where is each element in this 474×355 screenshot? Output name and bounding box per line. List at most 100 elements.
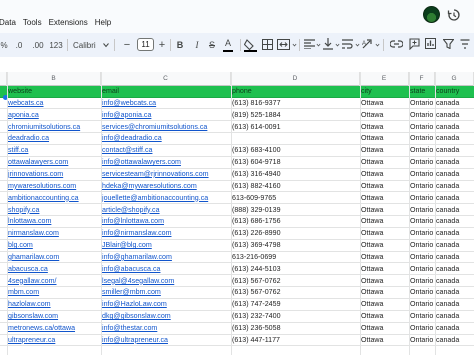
cell-email[interactable]: info@lnlottawa.com — [101, 216, 231, 227]
vertical-align-icon[interactable] — [323, 38, 333, 50]
cell-phone[interactable]: 613-216-0699 — [231, 252, 360, 263]
chevron-down-icon[interactable] — [375, 43, 380, 47]
cell-state[interactable]: Ontario — [409, 157, 435, 168]
font-family-select[interactable]: Calibri — [73, 33, 101, 57]
cell-city[interactable]: Ottawa — [360, 264, 409, 275]
cell-phone[interactable]: (613) 882-4160 — [231, 181, 360, 192]
cell-state[interactable]: Ontario — [409, 145, 435, 156]
cell-city[interactable]: Ottawa — [360, 216, 409, 227]
cell-phone[interactable]: (613) 447-1177 — [231, 335, 360, 346]
cell-country[interactable]: canada — [435, 264, 474, 275]
cell-email[interactable]: article@shopify.ca — [101, 205, 231, 216]
cell-state[interactable]: Ontario — [409, 193, 435, 204]
cell-city[interactable]: Ottawa — [360, 157, 409, 168]
filter-views-icon[interactable] — [460, 39, 470, 49]
cell-website[interactable]: deadradio.ca — [7, 133, 101, 144]
cell-email[interactable]: info@aponia.ca — [101, 110, 231, 121]
cell-website[interactable]: mywaresolutions.com — [7, 181, 101, 192]
cell-state[interactable]: Ontario — [409, 323, 435, 334]
cell-state[interactable]: Ontario — [409, 216, 435, 227]
cell-country[interactable]: canada — [435, 299, 474, 310]
percent-format-button[interactable]: % — [0, 33, 8, 57]
cell-phone[interactable]: (613) 614-0091 — [231, 122, 360, 133]
cell-city[interactable]: Ottawa — [360, 335, 409, 346]
cell-city[interactable]: Ottawa — [360, 181, 409, 192]
cell-website[interactable]: mbm.com — [7, 287, 101, 298]
cell-state[interactable]: Ontario — [409, 240, 435, 251]
chevron-down-icon[interactable] — [335, 43, 340, 47]
italic-button[interactable]: I — [192, 33, 202, 57]
decrease-decimal-button[interactable]: .0 — [12, 33, 26, 57]
cell-country[interactable]: canada — [435, 216, 474, 227]
cell-city[interactable]: Ottawa — [360, 240, 409, 251]
chevron-down-icon[interactable] — [355, 43, 360, 47]
cell-website[interactable]: jrinnovations.com — [7, 169, 101, 180]
cell-state[interactable]: Ontario — [409, 133, 435, 144]
cell-phone[interactable]: (613) 816-9377 — [231, 98, 360, 109]
cell-country[interactable]: canada — [435, 228, 474, 239]
cell-website[interactable]: webcats.ca — [7, 98, 101, 109]
cell-city[interactable]: Ottawa — [360, 228, 409, 239]
bold-button[interactable]: B — [175, 33, 185, 57]
cell-email[interactable]: hdeka@mywaresolutions.com — [101, 181, 231, 192]
header-cell-country[interactable]: country — [435, 86, 474, 97]
cell-phone[interactable]: (613) 232-7400 — [231, 311, 360, 322]
cell-state[interactable]: Ontario — [409, 122, 435, 133]
cell-email[interactable]: info@ottawalawyers.com — [101, 157, 231, 168]
cell-country[interactable]: canada — [435, 157, 474, 168]
cell-website[interactable]: ottawalawyers.com — [7, 157, 101, 168]
cell-country[interactable]: canada — [435, 252, 474, 263]
cell-state[interactable]: Ontario — [409, 181, 435, 192]
cell-country[interactable]: canada — [435, 323, 474, 334]
cell-phone[interactable]: (613) 236-5058 — [231, 323, 360, 334]
chevron-down-icon[interactable] — [292, 43, 297, 47]
merge-icon[interactable] — [277, 39, 290, 50]
cell-website[interactable]: ultrapreneur.ca — [7, 335, 101, 346]
cell-city[interactable]: Ottawa — [360, 110, 409, 121]
cell-country[interactable]: canada — [435, 110, 474, 121]
cell-country[interactable]: canada — [435, 133, 474, 144]
column-header-g[interactable]: G — [435, 72, 474, 86]
column-header-b[interactable]: B — [7, 72, 101, 86]
cell-email[interactable]: smiller@mbm.com — [101, 287, 231, 298]
cell-city[interactable]: Ottawa — [360, 205, 409, 216]
cell-state[interactable]: Ontario — [409, 276, 435, 287]
cell-state[interactable]: Ontario — [409, 252, 435, 263]
cell-state[interactable]: Ontario — [409, 299, 435, 310]
cell-email[interactable]: jouellette@ambitionaccounting.ca — [101, 193, 231, 204]
text-color-button[interactable]: A — [223, 35, 233, 52]
header-cell-phone[interactable]: phone — [231, 86, 360, 97]
cell-phone[interactable]: (613) 226-8990 — [231, 228, 360, 239]
history-icon[interactable] — [447, 8, 461, 22]
column-header-e[interactable]: E — [360, 72, 409, 86]
cell-state[interactable]: Ontario — [409, 169, 435, 180]
cell-website[interactable]: blg.com — [7, 240, 101, 251]
cell-website[interactable]: aponia.ca — [7, 110, 101, 121]
cell-phone[interactable]: 613-609-9765 — [231, 193, 360, 204]
borders-icon[interactable] — [262, 39, 273, 50]
cell-country[interactable]: canada — [435, 335, 474, 346]
number-format-button[interactable]: 123 — [49, 33, 63, 57]
cell-state[interactable]: Ontario — [409, 335, 435, 346]
cell-phone[interactable]: (613) 567-0762 — [231, 276, 360, 287]
cell-country[interactable]: canada — [435, 181, 474, 192]
cell-country[interactable]: canada — [435, 193, 474, 204]
increase-decimal-button[interactable]: .00 — [30, 33, 46, 57]
font-size-input[interactable]: 11 — [137, 38, 154, 51]
header-cell-state[interactable]: state — [409, 86, 435, 97]
column-header-f[interactable]: F — [409, 72, 435, 86]
cell-city[interactable]: Ottawa — [360, 276, 409, 287]
cell-phone[interactable] — [231, 133, 360, 144]
cell-website[interactable]: 4segallaw.com/ — [7, 276, 101, 287]
cell-state[interactable]: Ontario — [409, 287, 435, 298]
header-cell-email[interactable]: email — [101, 86, 231, 97]
cell-country[interactable]: canada — [435, 276, 474, 287]
cell-email[interactable]: info@ghamarilaw.com — [101, 252, 231, 263]
cell-country[interactable]: canada — [435, 311, 474, 322]
link-icon[interactable] — [390, 40, 403, 48]
cell-city[interactable]: Ottawa — [360, 169, 409, 180]
cell-city[interactable]: Ottawa — [360, 311, 409, 322]
cell-country[interactable]: canada — [435, 205, 474, 216]
cell-state[interactable]: Ontario — [409, 228, 435, 239]
cell-city[interactable]: Ottawa — [360, 133, 409, 144]
